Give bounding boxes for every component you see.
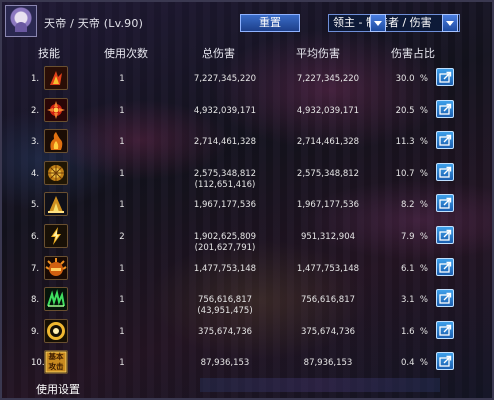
share-icon[interactable] (436, 194, 454, 213)
table-row: 3. 1 2,714,461,328 2,714,461,328 11.3 % (0, 127, 494, 159)
row-index: 8. (31, 295, 40, 306)
share-icon[interactable] (436, 99, 454, 118)
extra-damage: (43,951,475) (197, 306, 253, 317)
table-row: 9. 1 375,674,736 375,674,736 1.6 % (0, 317, 494, 349)
table-row: 7. 1 1,477,753,148 1,477,753,148 6.1 % (0, 254, 494, 286)
row-index: 9. (31, 326, 40, 337)
target-select[interactable]: 领主 - 制造者 / 伤害 (328, 14, 460, 32)
total-damage: 1,967,177,536 (193, 200, 257, 211)
extra-damage: (201,627,791) (194, 243, 256, 253)
fire-palm-skill-icon (44, 66, 68, 90)
damage-share: 8.2 % (401, 200, 428, 211)
damage-share: 6.1 % (401, 263, 428, 274)
basic-attack-skill-icon: 基本攻击 (44, 350, 68, 375)
average-damage: 2,575,348,812 (296, 168, 360, 179)
total-damage: 7,227,345,220 (193, 74, 257, 84)
damage-share: 30.0 % (395, 74, 428, 84)
use-count: 1 (119, 168, 125, 179)
use-count: 1 (119, 74, 125, 84)
player-name: 天帝 / 天帝 (Lv.90) (44, 17, 144, 30)
row-index: 4. (31, 168, 40, 179)
flame-hand-skill-icon (44, 129, 68, 154)
share-icon[interactable] (436, 352, 454, 371)
total-damage: 1,477,753,148 (193, 263, 257, 274)
use-count: 2 (119, 232, 125, 242)
use-count: 1 (119, 295, 125, 306)
reset-button[interactable]: 重置 (240, 14, 300, 32)
damage-share: 10.7 % (395, 168, 428, 179)
average-damage: 87,936,153 (303, 358, 353, 369)
damage-share: 1.6 % (401, 326, 428, 337)
damage-type-dropdown-arrow-icon[interactable] (442, 14, 458, 32)
use-count: 1 (119, 105, 125, 116)
use-count: 1 (119, 200, 125, 211)
shrine-skill-icon (44, 192, 68, 217)
row-index: 2. (31, 105, 40, 116)
total-damage: 4,932,039,171 (193, 105, 257, 116)
extra-damage: (112,651,416) (194, 179, 256, 190)
skill-icon-label: 基本攻击 (48, 352, 64, 372)
row-index: 5. (31, 200, 40, 211)
total-damage: 2,575,348,812 (193, 168, 257, 179)
red-burst-skill-icon (44, 97, 68, 122)
use-count: 1 (119, 326, 125, 337)
average-damage: 1,967,177,536 (296, 200, 360, 211)
damage-share: 20.5 % (395, 105, 428, 116)
usage-settings-button[interactable]: 使用设置 (36, 381, 80, 397)
gold-ring-skill-icon (44, 318, 68, 343)
table-row: 6. 2 1,902,625,809 (201,627,791) 951,312,904… (0, 222, 494, 254)
target-dropdown-arrow-icon[interactable] (370, 14, 386, 32)
damage-share: 0.4 % (401, 358, 428, 369)
column-header-total-damage: 总伤害 (202, 47, 235, 60)
row-index: 3. (31, 137, 40, 148)
row-index: 1. (31, 74, 40, 84)
table-row: 8. 1 756,616,817 (43,951,475) 756,616,817 3.1… (0, 285, 494, 317)
use-count: 1 (119, 137, 125, 148)
table-row: 10. 基本攻击 1 87,936,153 87,936,153 0.4 % (0, 348, 494, 380)
column-header-skill: 技能 (38, 47, 60, 60)
share-icon[interactable] (436, 289, 454, 308)
table-row: 1. 1 7,227,345,220 7,227,345,220 30.0 % (0, 64, 494, 96)
table-row: 4. 1 2,575,348,812 (112,651,416) 2,575,348,8… (0, 159, 494, 191)
use-count: 1 (119, 263, 125, 274)
green-claw-skill-icon (44, 287, 68, 312)
table-row: 5. 1 1,967,177,536 1,967,177,536 8.2 % (0, 190, 494, 222)
total-damage: 756,616,817 (197, 295, 253, 306)
damage-share: 11.3 % (395, 137, 428, 148)
total-damage: 1,902,625,809 (193, 232, 257, 242)
share-icon[interactable] (436, 68, 454, 86)
character-avatar (5, 5, 37, 37)
share-icon[interactable] (436, 226, 454, 244)
background-strip (200, 378, 440, 392)
table-row: 2. 1 4,932,039,171 4,932,039,171 20.5 % (0, 96, 494, 128)
total-damage: 2,714,461,328 (193, 137, 257, 148)
column-header-count: 使用次数 (104, 47, 148, 60)
total-damage: 87,936,153 (200, 358, 250, 369)
row-index: 7. (31, 263, 40, 274)
lightning-skill-icon (44, 224, 68, 248)
use-count: 1 (119, 358, 125, 369)
average-damage: 951,312,904 (300, 232, 356, 242)
average-damage: 375,674,736 (300, 326, 356, 337)
average-damage: 7,227,345,220 (296, 74, 360, 84)
golden-sun-skill-icon (44, 160, 68, 185)
share-icon[interactable] (436, 131, 454, 150)
average-damage: 756,616,817 (300, 295, 356, 306)
total-damage: 375,674,736 (197, 326, 253, 337)
damage-share: 3.1 % (401, 295, 428, 306)
share-icon[interactable] (436, 320, 454, 339)
average-damage: 4,932,039,171 (296, 105, 360, 116)
share-icon[interactable] (436, 162, 454, 181)
column-header-share: 伤害占比 (391, 47, 435, 60)
spiked-orb-skill-icon (44, 255, 68, 280)
share-icon[interactable] (436, 257, 454, 276)
damage-share: 7.9 % (401, 232, 428, 242)
column-header-avg-damage: 平均伤害 (296, 47, 340, 60)
row-index: 10. (31, 358, 45, 369)
row-index: 6. (31, 232, 40, 242)
damage-stats-window: 天帝 / 天帝 (Lv.90) 重置 领主 - 制造者 / 伤害 技能 使用次数… (0, 0, 494, 400)
average-damage: 1,477,753,148 (296, 263, 360, 274)
average-damage: 2,714,461,328 (296, 137, 360, 148)
